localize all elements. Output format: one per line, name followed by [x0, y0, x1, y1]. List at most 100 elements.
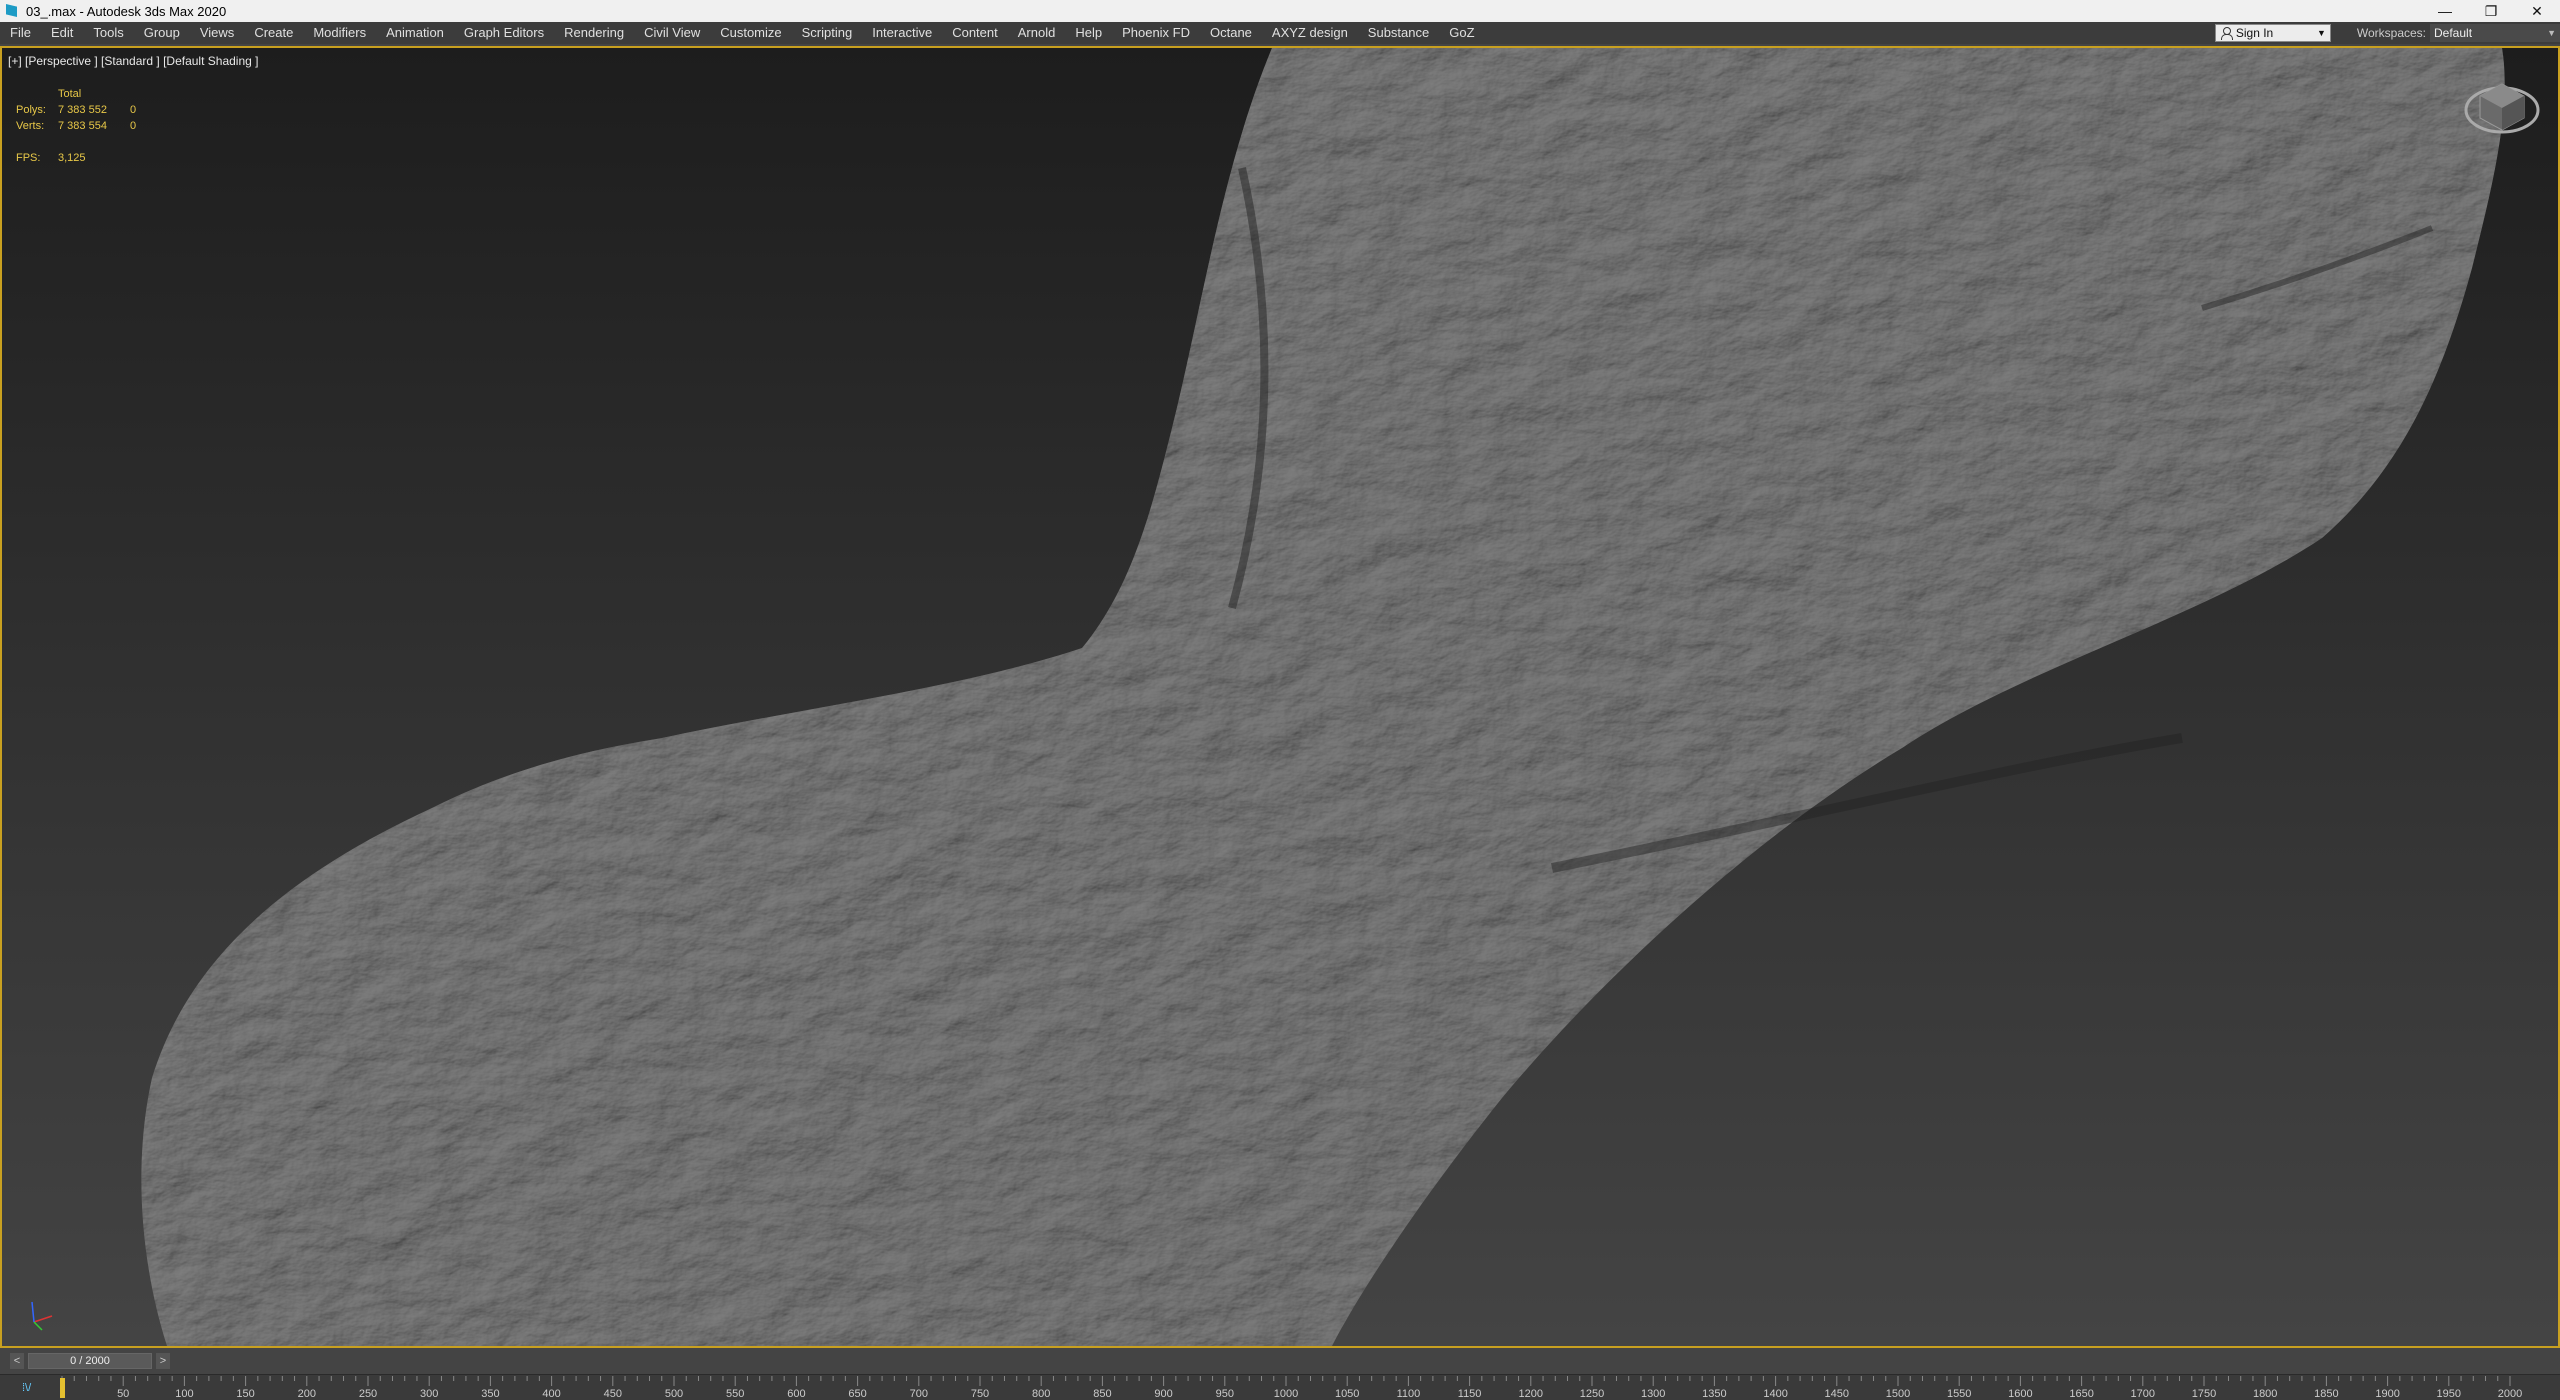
tick-label: 150	[236, 1388, 255, 1400]
sign-in-label: Sign In	[2235, 26, 2274, 40]
tick-label: 250	[358, 1388, 378, 1400]
verts-selected: 0	[130, 120, 137, 132]
tick-label: 1600	[2008, 1388, 2033, 1400]
time-slider: < 0 / 2000 >	[0, 1348, 2560, 1374]
menu-arnold[interactable]: Arnold	[1008, 22, 1066, 44]
tick-label: 350	[481, 1388, 500, 1400]
tick-label: 1850	[2314, 1388, 2339, 1400]
window-title: 03_.max - Autodesk 3ds Max 2020	[26, 3, 227, 19]
verts-total: 7 383 554	[58, 120, 107, 132]
tick-label: 1350	[1702, 1388, 1727, 1400]
user-icon	[2220, 27, 2233, 40]
tick-label: 1550	[1946, 1388, 1972, 1400]
workspaces-label: Workspaces:	[2356, 26, 2426, 40]
tick-label: 2000	[2497, 1388, 2523, 1400]
tick-label: 850	[1093, 1388, 1112, 1400]
stats-fps-row: FPS: 3,125	[16, 150, 136, 166]
menu-animation[interactable]: Animation	[376, 22, 454, 44]
current-frame-marker[interactable]	[60, 1378, 65, 1398]
tick-label: 1250	[1579, 1388, 1605, 1400]
tick-label: 800	[1032, 1388, 1051, 1400]
track-bar[interactable]: ⁞\/ 50 100 150 200 250 300 350 400 450 500 550 600 6…	[0, 1374, 2560, 1400]
menu-file[interactable]: File	[0, 22, 41, 44]
menu-group[interactable]: Group	[134, 22, 190, 44]
tick-label: 1000	[1273, 1388, 1299, 1400]
tick-label: 1100	[1396, 1388, 1421, 1400]
tick-label: 450	[603, 1388, 622, 1400]
menu-customize[interactable]: Customize	[710, 22, 791, 44]
polys-total: 7 383 552	[58, 104, 107, 116]
menu-rendering[interactable]: Rendering	[554, 22, 634, 44]
tick-label: 1400	[1763, 1388, 1788, 1400]
menu-content[interactable]: Content	[942, 22, 1008, 44]
menu-edit[interactable]: Edit	[41, 22, 83, 44]
axis-tripod-icon	[31, 1301, 53, 1331]
menu-tools[interactable]: Tools	[83, 22, 133, 44]
tick-label: 1500	[1885, 1388, 1911, 1400]
sign-in-dropdown[interactable]: Sign In ▼	[2214, 24, 2331, 42]
tick-label: 650	[848, 1388, 867, 1400]
stats-verts-row: Verts: 7 383 554 0	[16, 118, 136, 134]
tick-label: 500	[664, 1388, 684, 1400]
menu-civil-view[interactable]: Civil View	[634, 22, 710, 44]
menu-interactive[interactable]: Interactive	[862, 22, 942, 44]
viewcube-icon[interactable]	[2462, 76, 2542, 140]
menu-axyz-design[interactable]: AXYZ design	[1262, 22, 1358, 44]
chevron-down-icon: ▼	[2316, 28, 2326, 38]
tick-label: 1750	[2191, 1388, 2217, 1400]
tick-label: 50	[117, 1388, 130, 1400]
stats-polys-row: Polys: 7 383 552 0	[16, 102, 136, 118]
restore-button[interactable]: ❐	[2468, 0, 2514, 22]
menu-phoenix-fd[interactable]: Phoenix FD	[1112, 22, 1200, 44]
tick-label: 1150	[1457, 1388, 1482, 1400]
menu-substance[interactable]: Substance	[1358, 22, 1439, 44]
workspace-value: Default	[2434, 26, 2473, 40]
tick-label: 750	[970, 1388, 990, 1400]
stats-header: Total	[58, 88, 82, 100]
tick-label: 1700	[2130, 1388, 2156, 1400]
app-logo-icon	[4, 3, 20, 19]
tick-label: 900	[1154, 1388, 1173, 1400]
next-frame-button[interactable]: >	[156, 1353, 170, 1369]
minimize-button[interactable]: —	[2422, 0, 2468, 22]
tick-label: 1950	[2436, 1388, 2462, 1400]
tick-label: 950	[1215, 1388, 1234, 1400]
close-button[interactable]: ✕	[2514, 0, 2560, 22]
tick-label: 1650	[2069, 1388, 2094, 1400]
tick-label: 300	[420, 1388, 439, 1400]
tick-label: 1450	[1824, 1388, 1850, 1400]
menu-bar: File Edit Tools Group Views Create Modif…	[0, 22, 2560, 44]
fps-value: 3,125	[58, 152, 86, 164]
tick-label: 1800	[2252, 1388, 2278, 1400]
polys-label: Polys:	[16, 104, 46, 116]
tick-label: 1200	[1518, 1388, 1544, 1400]
statistics-overlay: Total Polys: 7 383 552 0 Verts: 7 383 55…	[16, 86, 136, 166]
tick-label: 200	[297, 1388, 316, 1400]
fps-label: FPS:	[16, 152, 41, 164]
perspective-viewport[interactable]: [+] [Perspective ] [Standard ] [Default …	[0, 46, 2560, 1348]
menu-goz[interactable]: GoZ	[1439, 22, 1484, 44]
viewport-label[interactable]: [+] [Perspective ] [Standard ] [Default …	[8, 54, 258, 68]
menu-help[interactable]: Help	[1065, 22, 1112, 44]
chevron-down-icon: ▼	[2547, 28, 2556, 38]
menu-views[interactable]: Views	[190, 22, 244, 44]
tick-label: 700	[909, 1388, 928, 1400]
polys-selected: 0	[130, 104, 137, 116]
title-bar: 03_.max - Autodesk 3ds Max 2020 — ❐ ✕	[0, 0, 2560, 22]
tick-label: 1300	[1640, 1388, 1666, 1400]
menu-modifiers[interactable]: Modifiers	[303, 22, 376, 44]
menu-scripting[interactable]: Scripting	[792, 22, 863, 44]
verts-label: Verts:	[16, 120, 45, 132]
tick-label: 550	[726, 1388, 745, 1400]
menu-octane[interactable]: Octane	[1200, 22, 1262, 44]
menu-create[interactable]: Create	[244, 22, 303, 44]
workspace-select[interactable]: Default ▼	[2430, 24, 2560, 42]
menu-graph-editors[interactable]: Graph Editors	[454, 22, 554, 44]
prev-frame-button[interactable]: <	[10, 1353, 24, 1369]
tick-label: 1900	[2375, 1388, 2400, 1400]
rock-mesh-render	[141, 48, 2505, 1346]
tick-label: 1050	[1334, 1388, 1360, 1400]
tick-label: 600	[787, 1388, 806, 1400]
tick-label: 100	[175, 1388, 194, 1400]
time-slider-thumb[interactable]: 0 / 2000	[28, 1353, 152, 1369]
